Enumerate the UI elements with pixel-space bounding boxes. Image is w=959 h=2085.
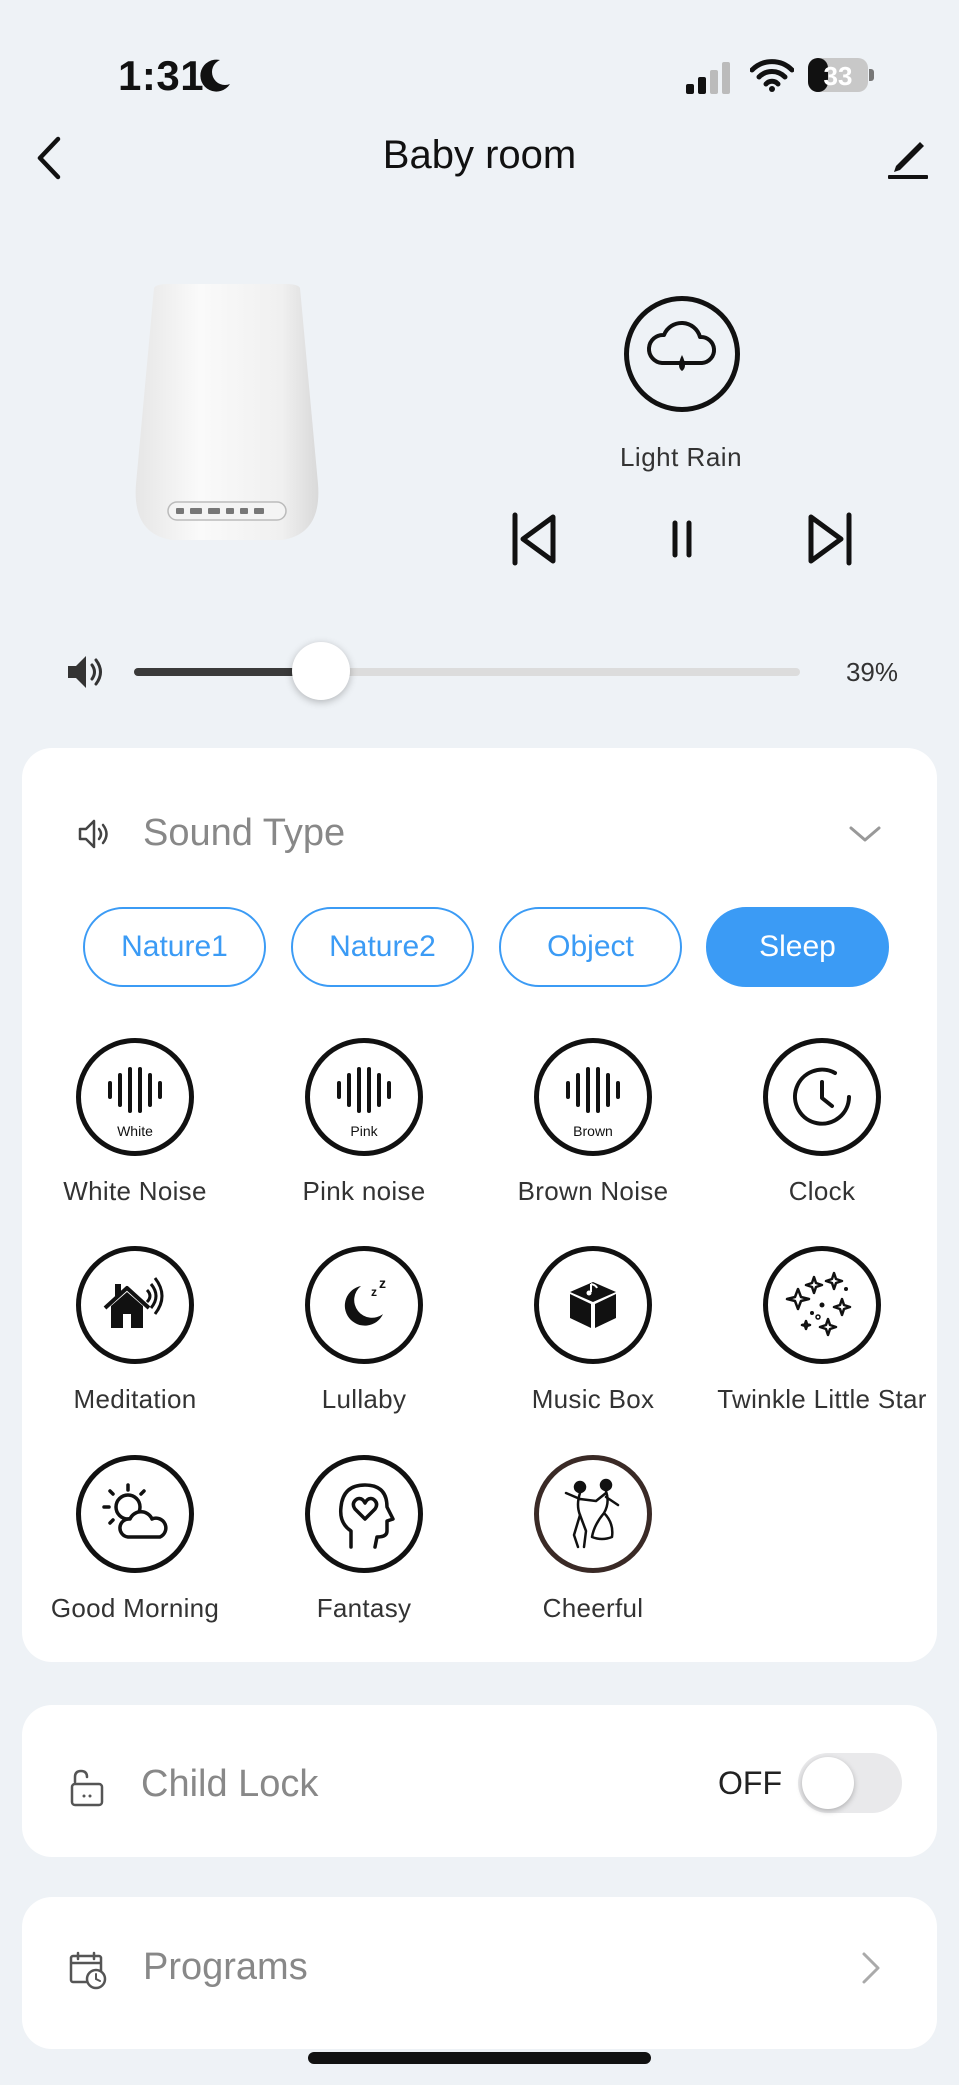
clock-icon [763,1038,881,1156]
child-lock-toggle[interactable] [798,1753,902,1813]
sound-item-label: Meditation [73,1384,197,1414]
sound-item-meditation[interactable]: Meditation [20,1246,250,1415]
skip-previous-icon [512,512,556,566]
volume-slider[interactable] [134,668,800,676]
sound-item-label: Twinkle Little Star [717,1384,927,1414]
sound-item-pink-noise[interactable]: Pink Pink noise [249,1038,479,1207]
volume-icon [64,650,108,699]
sound-item-brown-noise[interactable]: Brown Brown Noise [478,1038,708,1207]
twinkle-star-icon [763,1246,881,1364]
good-morning-icon [76,1455,194,1573]
page-title: Baby room [382,133,577,177]
back-button[interactable] [30,133,70,183]
pencil-icon [888,142,928,179]
sound-item-label: Brown Noise [517,1176,669,1206]
cheerful-icon [534,1455,652,1573]
battery-icon: 33 [808,58,874,92]
svg-text:z: z [379,1275,386,1291]
brown-noise-icon: Brown [534,1038,652,1156]
pause-button[interactable] [654,508,710,570]
white-noise-tag: White [117,1123,153,1139]
lock-icon [68,1768,106,1813]
sound-item-fantasy[interactable]: Fantasy [249,1455,479,1624]
device-image [132,284,322,544]
rain-cloud-icon [646,321,716,371]
sound-item-label: Lullaby [321,1384,407,1414]
battery-percent: 33 [823,61,853,91]
child-lock-label: Child Lock [141,1763,319,1805]
speaker-icon [76,816,112,857]
sound-item-label: Music Box [531,1384,655,1414]
white-noise-icon: White [76,1038,194,1156]
sound-item-label: White Noise [63,1176,207,1206]
volume-slider-thumb[interactable] [292,642,350,700]
calendar-clock-icon [68,1950,108,1995]
fantasy-icon [305,1455,423,1573]
category-sleep[interactable]: Sleep [706,907,889,987]
chevron-down-icon[interactable] [848,824,882,849]
sound-item-clock[interactable]: Clock [707,1038,937,1207]
brown-noise-tag: Brown [573,1123,613,1139]
sound-item-cheerful[interactable]: Cheerful [478,1455,708,1624]
svg-text:z: z [371,1285,377,1299]
pink-noise-tag: Pink [350,1123,378,1139]
chevron-right-icon[interactable] [860,1950,882,1991]
moon-icon [198,58,232,99]
pause-icon [672,520,692,558]
sound-item-twinkle-little-star[interactable]: Twinkle Little Star [707,1246,937,1415]
skip-next-icon [808,512,852,566]
pink-noise-icon: Pink [305,1038,423,1156]
sound-item-good-morning[interactable]: Good Morning [20,1455,250,1624]
sound-item-white-noise[interactable]: White White Noise [20,1038,250,1207]
sound-item-music-box[interactable]: Music Box [478,1246,708,1415]
sound-item-label: Clock [788,1176,856,1206]
sound-item-label: Cheerful [542,1593,644,1623]
meditation-icon [76,1246,194,1364]
child-lock-state: OFF [718,1765,782,1801]
previous-button[interactable] [506,508,562,570]
sound-item-label: Fantasy [316,1593,412,1623]
category-nature1[interactable]: Nature1 [83,907,266,987]
lullaby-icon: z z [305,1246,423,1364]
status-time: 1:31 [118,52,205,99]
now-playing-icon [624,296,740,412]
category-object[interactable]: Object [499,907,682,987]
sound-item-lullaby[interactable]: z z Lullaby [249,1246,479,1415]
next-button[interactable] [802,508,858,570]
sound-item-label: Pink noise [302,1176,426,1206]
sound-item-label: Good Morning [50,1593,220,1623]
volume-percent: 39% [845,657,898,687]
music-box-icon [534,1246,652,1364]
category-nature2[interactable]: Nature2 [291,907,474,987]
wifi-icon [749,58,795,97]
sound-type-title: Sound Type [143,812,346,854]
home-indicator[interactable] [308,2052,651,2064]
signal-icon [686,62,734,99]
now-playing-label: Light Rain [619,442,743,472]
edit-button[interactable] [886,134,930,180]
toggle-knob [802,1757,854,1809]
programs-label: Programs [143,1946,308,1988]
